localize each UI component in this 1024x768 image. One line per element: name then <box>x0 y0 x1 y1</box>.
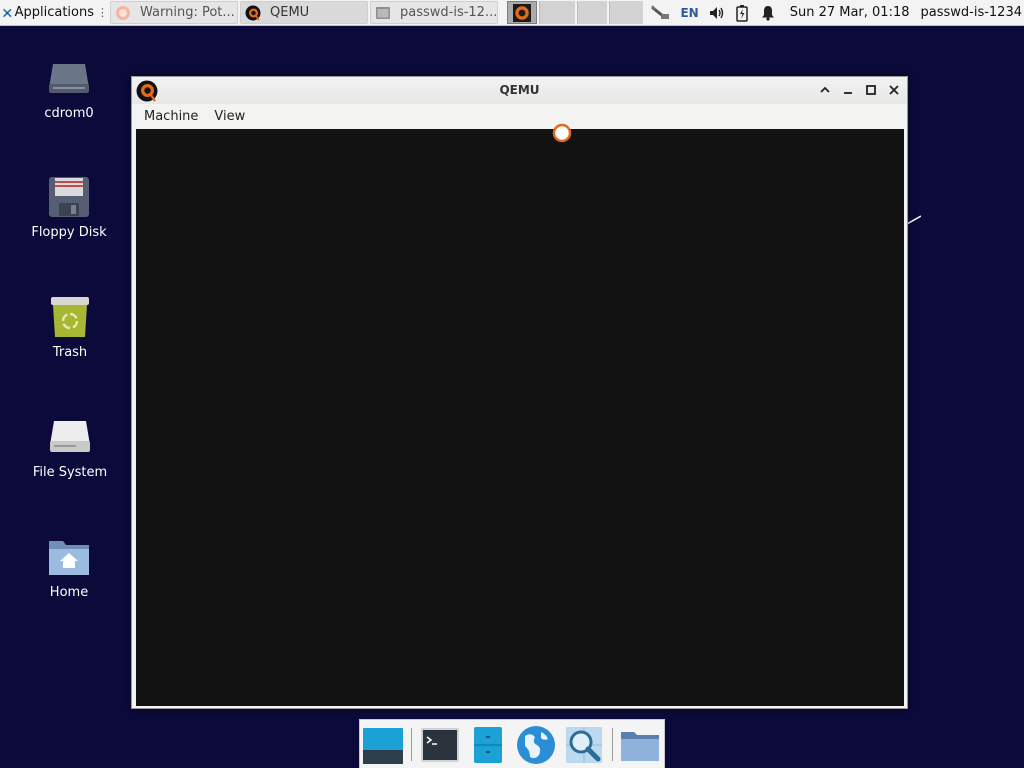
qemu-icon <box>245 5 261 20</box>
workspace-2[interactable] <box>539 1 575 24</box>
network-icon[interactable] <box>650 4 672 22</box>
desktop-artifact-line <box>907 215 921 225</box>
workspace-4[interactable] <box>609 1 643 24</box>
menu-machine[interactable]: Machine <box>136 109 206 124</box>
clock[interactable]: Sun 27 Mar, 01:18 <box>790 5 910 20</box>
minimize-window-button[interactable] <box>841 83 855 97</box>
volume-icon[interactable] <box>708 5 726 21</box>
taskbar-item-label: passwd-is-12... <box>400 5 498 20</box>
firefox-icon <box>116 5 130 20</box>
web-browser-icon[interactable] <box>515 724 557 766</box>
hostname-label[interactable]: passwd-is-1234 <box>921 5 1023 20</box>
shade-window-button[interactable] <box>818 83 832 97</box>
home-folder-icon <box>49 541 89 575</box>
terminal-icon <box>376 6 390 19</box>
applications-label: Applications <box>14 5 94 20</box>
bottom-dock <box>359 719 665 768</box>
cdrom-drive-icon <box>49 64 89 93</box>
desktop-icon-file-system[interactable]: File System <box>20 413 120 480</box>
close-window-button[interactable] <box>887 83 901 97</box>
workspace-1[interactable] <box>507 1 537 24</box>
qemu-window: QEMU Machine View <box>131 76 908 709</box>
dock-separator <box>612 728 613 761</box>
qemu-icon <box>513 4 531 22</box>
applications-menu-button[interactable]: Applications ⋮ <box>0 0 108 25</box>
top-panel: Applications ⋮ Warning: Pot... QEMU pass… <box>0 0 1024 26</box>
battery-icon[interactable] <box>735 4 749 22</box>
window-title: QEMU <box>499 83 540 97</box>
vm-display[interactable] <box>136 123 904 706</box>
desktop-icon-label: Trash <box>52 345 88 360</box>
taskbar-item-firefox-warning[interactable]: Warning: Pot... <box>110 1 238 24</box>
desktop-icon-label: cdrom0 <box>44 106 94 121</box>
dock-separator <box>411 728 412 761</box>
desktop-icon-cdrom0[interactable]: cdrom0 <box>19 54 119 121</box>
taskbar-item-qemu[interactable]: QEMU <box>240 1 368 24</box>
desktop-icon-floppy-disk[interactable]: Floppy Disk <box>19 173 119 240</box>
terminal-icon[interactable] <box>419 724 461 766</box>
taskbar-item-label: QEMU <box>270 5 310 20</box>
app-finder-icon[interactable] <box>563 724 605 766</box>
folder-icon[interactable] <box>619 724 661 766</box>
system-tray: EN Sun 27 Mar, 01:18 passwd-is-1234 <box>650 0 1024 25</box>
panel-separator: ⋮ <box>97 6 108 19</box>
window-titlebar[interactable]: QEMU <box>132 77 907 104</box>
taskbar-item-terminal[interactable]: passwd-is-12... <box>370 1 498 24</box>
file-system-drive-icon <box>50 421 90 452</box>
notification-bell-icon[interactable] <box>760 5 776 21</box>
menu-view[interactable]: View <box>206 109 253 124</box>
maximize-window-button[interactable] <box>864 83 878 97</box>
taskbar-item-label: Warning: Pot... <box>140 5 235 20</box>
workspace-3[interactable] <box>577 1 607 24</box>
xfce-logo-icon <box>3 8 12 17</box>
desktop-icon-label: Floppy Disk <box>31 225 107 240</box>
desktop-icon-label: File System <box>32 465 108 480</box>
floppy-disk-icon <box>49 177 89 217</box>
keyboard-layout-indicator[interactable]: EN <box>680 6 698 20</box>
qemu-menubar: Machine View <box>132 104 907 128</box>
show-desktop-icon[interactable] <box>362 724 404 766</box>
trash-icon <box>51 297 89 337</box>
desktop-icon-home[interactable]: Home <box>19 533 119 600</box>
desktop-icon-trash[interactable]: Trash <box>20 293 120 360</box>
desktop-icon-label: Home <box>49 585 89 600</box>
busy-cursor-icon <box>552 123 572 143</box>
file-manager-icon[interactable] <box>467 724 509 766</box>
